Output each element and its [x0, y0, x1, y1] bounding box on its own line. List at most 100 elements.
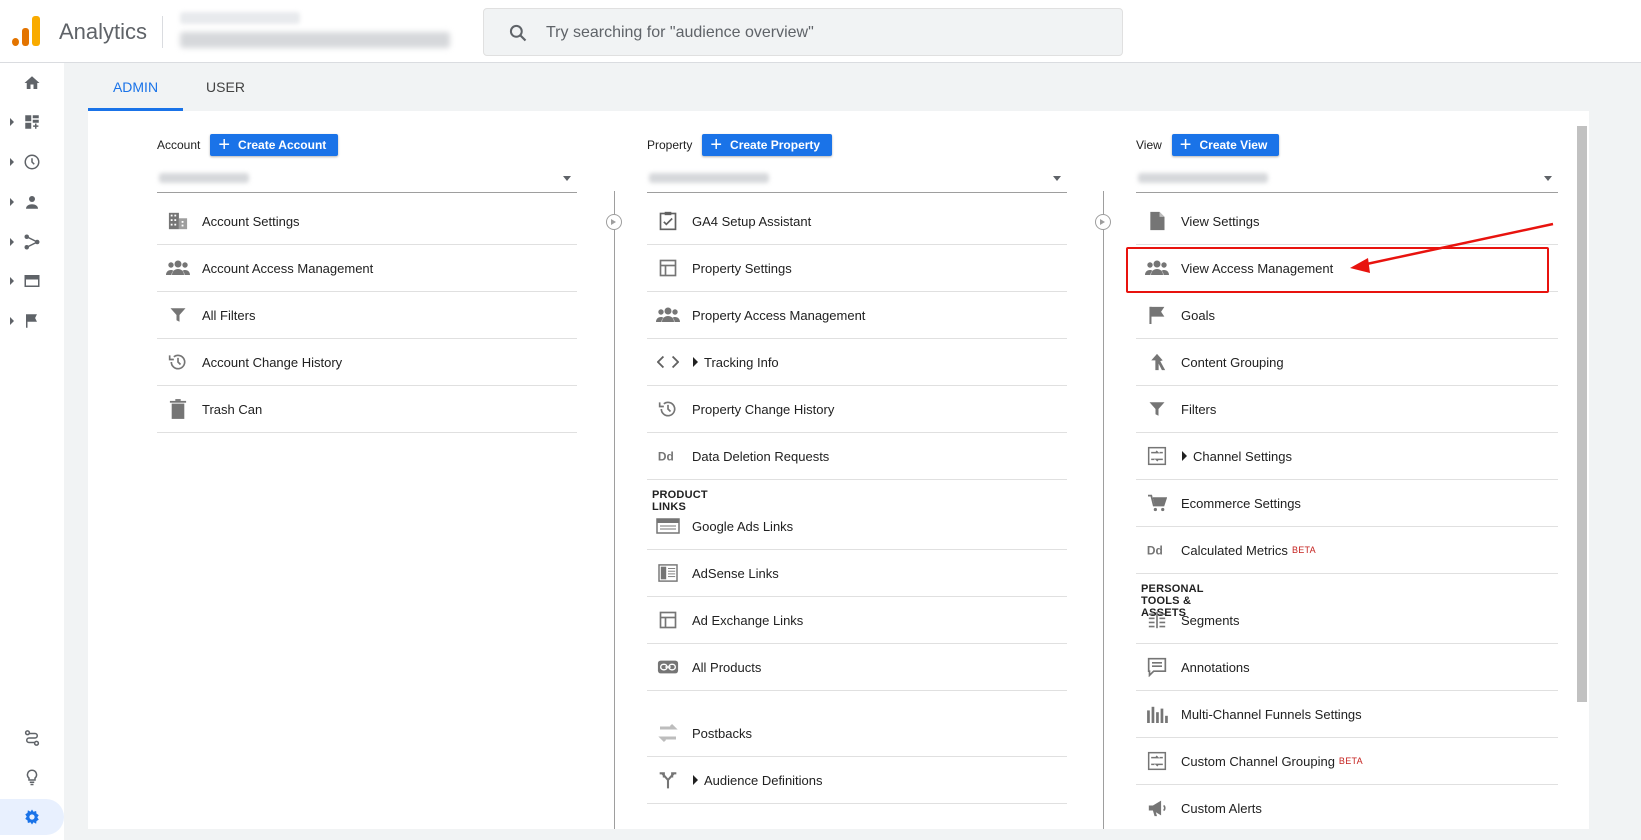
- goals-item[interactable]: Goals: [1136, 292, 1558, 339]
- arrow-circle-icon: [1095, 214, 1111, 230]
- people-icon: [161, 260, 195, 276]
- search-input[interactable]: [546, 21, 1106, 45]
- create-account-button[interactable]: + Create Account: [210, 134, 339, 156]
- audience-nav[interactable]: [0, 184, 64, 220]
- custom-alerts-item[interactable]: Custom Alerts: [1136, 785, 1558, 829]
- google-ads-links-item[interactable]: Google Ads Links: [647, 503, 1067, 550]
- search-box[interactable]: [483, 8, 1123, 56]
- dd-icon: Dd: [1140, 542, 1174, 558]
- top-bar: Analytics: [0, 0, 1641, 63]
- property-access-management-item[interactable]: Property Access Management: [647, 292, 1067, 339]
- filter-icon: [161, 306, 195, 324]
- svg-text:Dd: Dd: [1147, 544, 1163, 558]
- tracking-info-item[interactable]: Tracking Info: [647, 339, 1067, 386]
- segments-item[interactable]: Segments: [1136, 597, 1558, 644]
- postbacks-icon: [651, 722, 685, 744]
- filters-item[interactable]: Filters: [1136, 386, 1558, 433]
- acquisition-nav[interactable]: [0, 224, 64, 260]
- discover-nav[interactable]: [0, 759, 64, 795]
- building-icon: [161, 211, 195, 231]
- layout-icon: [651, 610, 685, 630]
- annotation-icon: [1140, 657, 1174, 677]
- ecommerce-settings-item[interactable]: Ecommerce Settings: [1136, 480, 1558, 527]
- filter-icon: [1140, 400, 1174, 418]
- clipboard-check-icon: [651, 211, 685, 231]
- data-deletion-requests-item[interactable]: Dd Data Deletion Requests: [647, 433, 1067, 480]
- dropdown-arrow-icon: [1053, 176, 1061, 181]
- all-filters-item[interactable]: All Filters: [157, 292, 577, 339]
- people-icon: [651, 307, 685, 323]
- channel-settings-item[interactable]: Channel Settings: [1136, 433, 1558, 480]
- custom-channel-grouping-item[interactable]: Custom Channel Grouping BETA: [1136, 738, 1558, 785]
- property-change-history-item[interactable]: Property Change History: [647, 386, 1067, 433]
- account-change-history-item[interactable]: Account Change History: [157, 339, 577, 386]
- search-icon: [509, 24, 527, 42]
- attribution-nav[interactable]: [0, 720, 64, 756]
- account-picker[interactable]: [180, 12, 460, 52]
- view-settings-item[interactable]: View Settings: [1136, 198, 1558, 245]
- beta-badge: BETA: [1291, 545, 1316, 555]
- scrollbar[interactable]: [1577, 126, 1587, 702]
- code-icon: [651, 354, 685, 370]
- account-access-management-item[interactable]: Account Access Management: [157, 245, 577, 292]
- history-icon: [651, 399, 685, 419]
- admin-nav[interactable]: [0, 799, 64, 835]
- conversions-nav[interactable]: [0, 303, 64, 339]
- property-selector[interactable]: [647, 163, 1067, 193]
- home-nav[interactable]: [0, 65, 64, 101]
- tab-user[interactable]: USER: [183, 63, 268, 111]
- view-label: View: [1136, 138, 1162, 152]
- postbacks-item[interactable]: Postbacks: [647, 710, 1067, 757]
- column-divider: [614, 191, 615, 829]
- ga4-setup-assistant-item[interactable]: GA4 Setup Assistant: [647, 198, 1067, 245]
- dropdown-arrow-icon: [563, 176, 571, 181]
- annotations-item[interactable]: Annotations: [1136, 644, 1558, 691]
- link-icon: [651, 659, 685, 675]
- dd-icon: Dd: [651, 448, 685, 464]
- trash-can-item[interactable]: Trash Can: [157, 386, 577, 433]
- behavior-nav[interactable]: [0, 263, 64, 299]
- adsense-links-item[interactable]: AdSense Links: [647, 550, 1067, 597]
- left-nav: [0, 63, 64, 840]
- account-settings-item[interactable]: Account Settings: [157, 198, 577, 245]
- clock-icon: [24, 154, 40, 170]
- audience-definitions-item[interactable]: Audience Definitions: [647, 757, 1067, 804]
- home-icon: [24, 76, 40, 89]
- arrow-circle-icon: [606, 214, 622, 230]
- property-settings-item[interactable]: Property Settings: [647, 245, 1067, 292]
- flag-icon: [26, 314, 37, 328]
- gear-icon: [25, 809, 39, 825]
- segments-icon: [1140, 611, 1174, 629]
- calculated-metrics-item[interactable]: Dd Calculated Metrics BETA: [1136, 527, 1558, 574]
- attribution-icon: [24, 730, 40, 746]
- customization-nav[interactable]: [0, 104, 64, 140]
- history-icon: [161, 352, 195, 372]
- divider: [162, 16, 163, 48]
- view-selector[interactable]: [1136, 163, 1558, 193]
- account-selector[interactable]: [157, 163, 577, 193]
- expand-caret-icon: [1182, 451, 1187, 461]
- dashboard-icon: [25, 115, 39, 129]
- document-icon: [1140, 211, 1174, 231]
- acquisition-icon: [24, 234, 40, 250]
- multi-channel-funnels-settings-item[interactable]: Multi-Channel Funnels Settings: [1136, 691, 1558, 738]
- property-header: Property + Create Property: [647, 134, 833, 156]
- channel-icon: [1140, 751, 1174, 771]
- behavior-icon: [24, 275, 40, 287]
- column-divider: [1103, 191, 1104, 829]
- all-products-item[interactable]: All Products: [647, 644, 1067, 691]
- highlight-box: [1126, 247, 1549, 293]
- analytics-logo-icon[interactable]: [12, 16, 40, 46]
- create-property-button[interactable]: + Create Property: [702, 134, 833, 156]
- realtime-nav[interactable]: [0, 144, 64, 180]
- content-grouping-item[interactable]: Content Grouping: [1136, 339, 1558, 386]
- person-icon: [26, 196, 38, 209]
- create-view-button[interactable]: + Create View: [1171, 134, 1280, 156]
- tab-admin[interactable]: ADMIN: [88, 63, 183, 111]
- ad-exchange-links-item[interactable]: Ad Exchange Links: [647, 597, 1067, 644]
- dropdown-arrow-icon: [1544, 176, 1552, 181]
- lightbulb-icon: [26, 769, 38, 786]
- trash-icon: [161, 399, 195, 419]
- fork-icon: [651, 770, 685, 790]
- channel-icon: [1140, 446, 1174, 466]
